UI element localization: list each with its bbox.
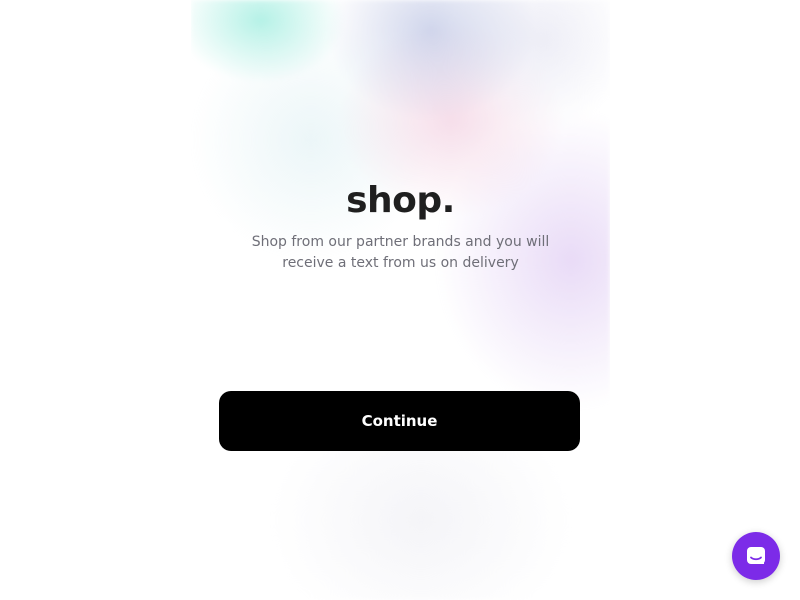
page-title: shop. xyxy=(346,180,455,221)
page-subtitle: Shop from our partner brands and you wil… xyxy=(251,234,550,271)
continue-button-label: Continue xyxy=(361,412,438,430)
onboarding-panel: shop. Shop from our partner brands and y… xyxy=(191,0,610,600)
page: shop. Shop from our partner brands and y… xyxy=(0,0,800,600)
chat-launcher-button[interactable] xyxy=(732,532,780,580)
chat-icon xyxy=(744,544,768,568)
continue-button[interactable]: Continue xyxy=(219,391,580,451)
background-artwork xyxy=(191,0,610,600)
